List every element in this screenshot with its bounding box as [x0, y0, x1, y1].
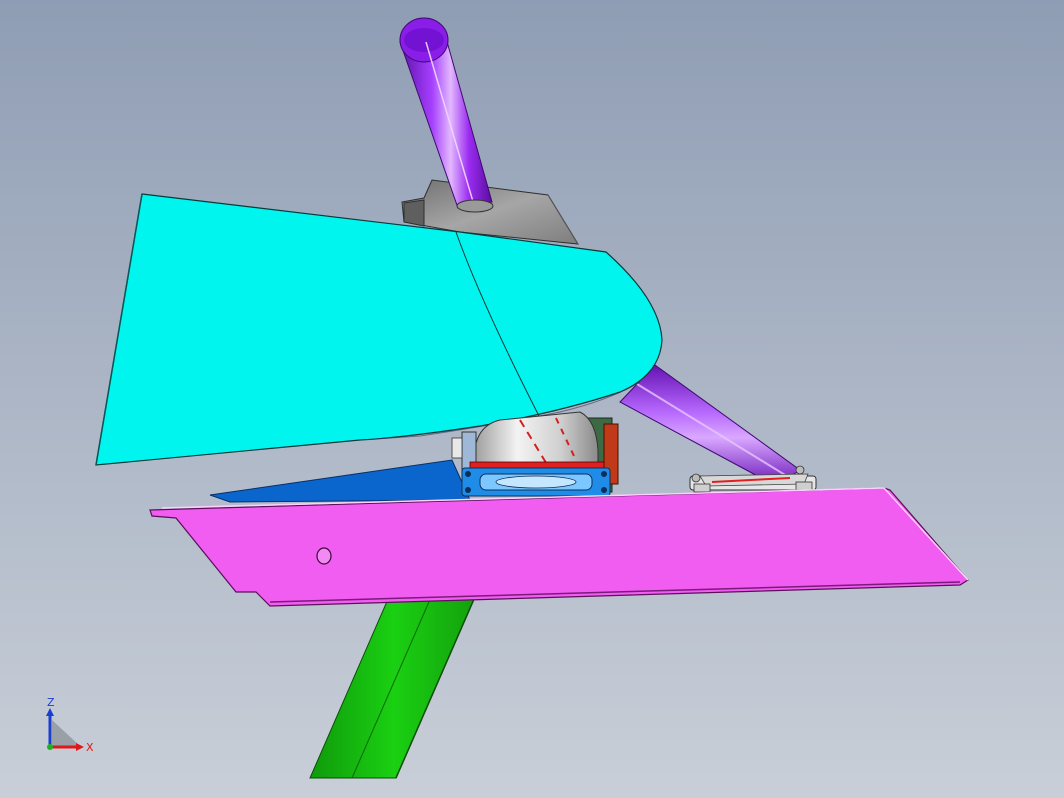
origin-dot: [47, 744, 53, 750]
x-axis-label: X: [86, 741, 94, 754]
axis-triad: Z X: [46, 696, 94, 754]
z-axis-label: Z: [47, 696, 55, 709]
x-axis-arrow: [76, 743, 84, 751]
z-axis-arrow: [46, 708, 54, 716]
y-axis-plane: [52, 720, 80, 746]
model-scene[interactable]: [0, 0, 1064, 798]
cad-viewport[interactable]: Z X: [0, 0, 1064, 798]
mounting-hole: [316, 547, 332, 565]
